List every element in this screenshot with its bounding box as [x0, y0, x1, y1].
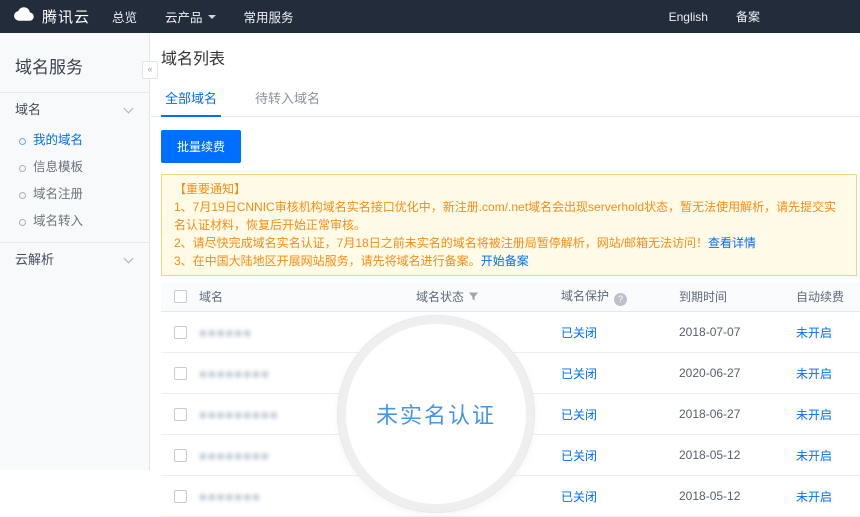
domain-name-masked[interactable]: ●●●●●●●●	[199, 448, 270, 463]
auto-renew-link[interactable]: 未开启	[796, 490, 832, 504]
start-beian-link[interactable]: 开始备案	[481, 254, 529, 268]
protection-link[interactable]: 已关闭	[561, 326, 597, 340]
sidebar-items: 我的域名 信息模板 域名注册 域名转入	[0, 127, 149, 242]
auto-renew-link[interactable]: 未开启	[796, 326, 832, 340]
expire-date: 2018-07-07	[679, 325, 740, 339]
notice-line-2: 2、请尽快完成域名实名认证，7月18日之前未实名的域名将被注册局暂停解析，网站/…	[174, 234, 844, 252]
tencent-cloud-logo[interactable]: 腾讯云	[0, 6, 98, 27]
chevron-down-icon	[124, 254, 134, 264]
topnav: 总览 云产品 常用服务	[98, 0, 308, 33]
cloud-logo-icon	[12, 6, 36, 27]
filter-funnel-icon[interactable]	[468, 291, 479, 305]
expire-date: 2018-05-12	[679, 489, 740, 503]
auto-renew-link[interactable]: 未开启	[796, 367, 832, 381]
tab-transfer-in-domains[interactable]: 待转入域名	[251, 81, 324, 116]
important-notice-banner: 【重要通知】 1、7月19日CNNIC审核机构域名实名接口优化中，新注册.com…	[161, 174, 857, 276]
sidebar-group-domain: 域名 我的域名 信息模板 域名注册 域名转入	[0, 92, 149, 242]
toolbar: 批量续费	[151, 117, 860, 163]
column-header-protection: 域名保护?	[561, 287, 679, 306]
view-details-link[interactable]: 查看详情	[708, 236, 756, 250]
tab-all-domains[interactable]: 全部域名	[161, 81, 221, 117]
domain-name-masked[interactable]: ●●●●●●●●●	[199, 407, 279, 422]
auto-renew-link[interactable]: 未开启	[796, 408, 832, 422]
row-checkbox[interactable]	[174, 490, 187, 503]
table-row: ●●●●●●● 已关闭 2018-05-12 未开启	[161, 476, 860, 517]
not-verified-watermark: 未实名认证	[338, 316, 534, 512]
sidebar-item-domain-registration[interactable]: 域名注册	[0, 181, 149, 208]
topnav-item-english[interactable]: English	[655, 10, 722, 24]
notice-title: 【重要通知】	[174, 180, 844, 198]
column-header-domain: 域名	[199, 288, 416, 305]
domain-name-masked[interactable]: ●●●●●●	[199, 325, 252, 340]
logo-text: 腾讯云	[42, 6, 90, 27]
sidebar-group-header-dns[interactable]: 云解析	[0, 243, 149, 277]
topbar: 腾讯云 总览 云产品 常用服务 English 备案	[0, 0, 860, 33]
chevron-down-icon	[124, 104, 134, 114]
topnav-item-beian[interactable]: 备案	[722, 8, 774, 25]
page-title: 域名列表	[151, 33, 860, 69]
tab-bar: 全部域名 待转入域名	[151, 81, 860, 117]
domain-name-masked[interactable]: ●●●●●●●●	[199, 366, 270, 381]
notice-line-3: 3、在中国大陆地区开展网站服务，请先将域名进行备案。开始备案	[174, 252, 844, 270]
chevron-down-icon	[208, 15, 216, 19]
table-header-row: 域名 域名状态 域名保护? 到期时间 自动续费	[161, 282, 860, 312]
topbar-right: English 备案	[655, 0, 860, 33]
auto-renew-link[interactable]: 未开启	[796, 449, 832, 463]
row-checkbox[interactable]	[174, 326, 187, 339]
batch-renew-button[interactable]: 批量续费	[161, 130, 241, 163]
protection-link[interactable]: 已关闭	[561, 490, 597, 504]
protection-link[interactable]: 已关闭	[561, 449, 597, 463]
sidebar-title: 域名服务	[0, 33, 149, 92]
sidebar-group-dns: 云解析	[0, 242, 149, 277]
expire-date: 2018-05-12	[679, 448, 740, 462]
watermark-text: 未实名认证	[376, 398, 496, 430]
row-checkbox[interactable]	[174, 449, 187, 462]
notice-line-1: 1、7月19日CNNIC审核机构域名实名接口优化中，新注册.com/.net域名…	[174, 198, 844, 234]
topnav-item-products[interactable]: 云产品	[151, 0, 230, 33]
sidebar-item-domain-transfer-in[interactable]: 域名转入	[0, 208, 149, 235]
sidebar: 域名服务 « 域名 我的域名 信息模板 域名注册 域名转入 云解析	[0, 33, 150, 470]
topnav-item-overview[interactable]: 总览	[98, 0, 151, 33]
domain-name-masked[interactable]: ●●●●●●●	[199, 489, 261, 504]
help-question-icon[interactable]: ?	[614, 293, 627, 306]
protection-link[interactable]: 已关闭	[561, 408, 597, 422]
protection-link[interactable]: 已关闭	[561, 367, 597, 381]
column-header-status: 域名状态	[416, 288, 561, 305]
column-header-auto-renew: 自动续费	[796, 288, 860, 305]
sidebar-collapse-button[interactable]: «	[142, 61, 158, 79]
expire-date: 2018-06-27	[679, 407, 740, 421]
sidebar-item-my-domains[interactable]: 我的域名	[0, 127, 149, 154]
sidebar-item-info-templates[interactable]: 信息模板	[0, 154, 149, 181]
row-checkbox[interactable]	[174, 367, 187, 380]
sidebar-group-header-domain[interactable]: 域名	[0, 93, 149, 127]
column-header-expire: 到期时间	[679, 288, 796, 305]
select-all-checkbox[interactable]	[174, 290, 187, 303]
topnav-item-common-services[interactable]: 常用服务	[230, 0, 308, 33]
table-row: ●●●●●● 正常 已关闭 2018-07-07 未开启	[161, 312, 860, 353]
row-checkbox[interactable]	[174, 408, 187, 421]
expire-date: 2020-06-27	[679, 366, 740, 380]
